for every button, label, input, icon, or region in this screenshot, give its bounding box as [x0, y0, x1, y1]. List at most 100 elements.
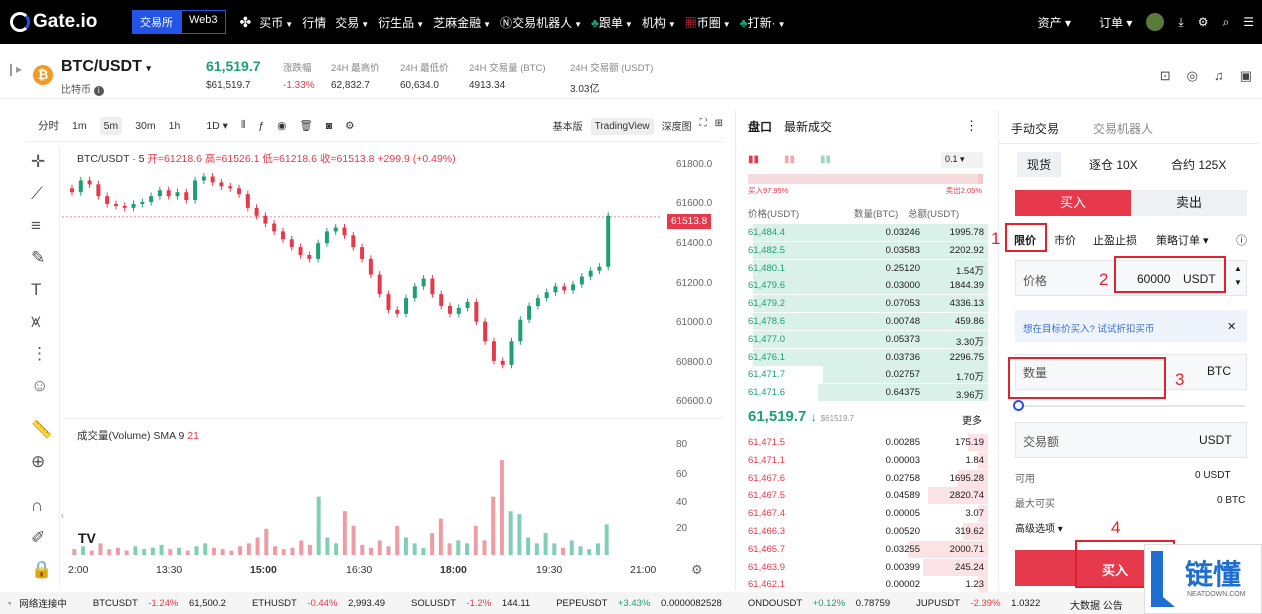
forecast-icon[interactable]: ⋮	[31, 344, 48, 364]
statusbar-right[interactable]: 大数据 公告	[1070, 597, 1123, 612]
close-icon[interactable]: ✕	[1227, 320, 1236, 333]
ticker-item[interactable]: BTCUSDT -1.24% 61,500.2	[85, 598, 226, 609]
nav-trade[interactable]: 交易 ▼	[335, 14, 369, 31]
camera-icon[interactable]: ◙	[326, 120, 332, 132]
bid-row[interactable]: 61,476.1 0.03736 2296.75	[748, 348, 988, 366]
hint-text[interactable]: 想在目标价买入? 试试折扣买币	[1023, 321, 1154, 335]
mode-futures[interactable]: 合约 125X	[1171, 156, 1226, 173]
brush-icon[interactable]: ✎	[31, 248, 45, 268]
window-icon[interactable]: ▣	[1240, 68, 1252, 84]
apps-grid-icon[interactable]: ✤	[240, 14, 252, 31]
menu-icon[interactable]: ☰	[1243, 15, 1254, 29]
nav-circle[interactable]: ▦币圈 ▼	[685, 14, 731, 31]
bell-icon[interactable]: ♫	[1214, 68, 1224, 84]
buy-tab[interactable]: 买入	[1015, 190, 1131, 216]
tab-orderbook[interactable]: 盘口	[748, 120, 772, 134]
gate-logo[interactable]: Gate.io	[10, 11, 120, 33]
nav-institution[interactable]: 机构 ▼	[642, 14, 676, 31]
zoom-icon[interactable]: ⊕	[31, 452, 45, 472]
interval-5m[interactable]: 5m	[99, 116, 123, 135]
nav-buy-crypto[interactable]: 买币 ▼	[259, 14, 293, 31]
sell-tab[interactable]: 卖出	[1131, 190, 1247, 216]
lock-icon[interactable]: 🔒	[31, 560, 52, 580]
search-icon[interactable]: ⌕	[1223, 15, 1230, 30]
trendline-icon[interactable]: ⟋	[31, 184, 43, 204]
view-tradingview[interactable]: TradingView	[590, 118, 654, 135]
price-chart[interactable]	[62, 146, 722, 416]
view-basic[interactable]: 基本版	[553, 118, 583, 135]
bid-row[interactable]: 61,484.4 0.03246 1995.78	[748, 224, 988, 241]
bid-row[interactable]: 61,471.7 0.02757 1.70万	[748, 366, 988, 384]
bid-row[interactable]: 61,480.1 0.25120 1.54万	[748, 259, 988, 277]
toggle-exchange[interactable]: 交易所	[132, 10, 181, 34]
ticker-item[interactable]: ETHUSDT -0.44% 2,993.49	[244, 598, 385, 609]
nav-copytrade[interactable]: ♣跟单 ▼	[591, 14, 633, 31]
book-both-icon[interactable]: ▮▮	[748, 154, 759, 165]
ask-row[interactable]: 61,466.3 0.00520 319.62	[748, 523, 988, 540]
mode-margin[interactable]: 逐仓 10X	[1089, 156, 1138, 173]
ask-row[interactable]: 61,467.4 0.00005 3.07	[748, 505, 988, 523]
interval-1d[interactable]: 1D ▾	[193, 120, 228, 132]
bid-row[interactable]: 61,479.2 0.07053 4336.13	[748, 295, 988, 313]
order-market[interactable]: 市价	[1054, 232, 1076, 248]
emoji-icon[interactable]: ☺	[31, 376, 48, 396]
bid-row[interactable]: 61,471.6 0.64375 3.96万	[748, 384, 988, 402]
nav-launch[interactable]: ♣打新· ▼	[740, 14, 786, 31]
grid-icon[interactable]: ⊞	[715, 118, 723, 135]
download-icon[interactable]: ⤓	[1178, 15, 1183, 30]
target-icon[interactable]: ◉	[277, 120, 286, 132]
interval-1m[interactable]: 1m	[72, 120, 87, 132]
bid-row[interactable]: 61,478.6 0.00748 459.86	[748, 313, 988, 330]
ask-row[interactable]: 61,467.6 0.02758 1695.28	[748, 469, 988, 487]
avatar[interactable]	[1146, 13, 1165, 31]
nav-markets[interactable]: 行情	[302, 14, 326, 31]
gear-icon[interactable]: ⚙	[345, 120, 354, 132]
toggle-web3[interactable]: Web3	[181, 10, 226, 34]
info-icon[interactable]: ⓘ	[1236, 232, 1247, 248]
interval-1h[interactable]: 1h	[169, 120, 181, 132]
magnet-icon[interactable]: ∩	[31, 496, 43, 516]
ticker-item[interactable]: JUPUSDT -2.39% 1.0322	[908, 598, 1040, 609]
ask-row[interactable]: 61,463.9 0.00399 245.24	[748, 558, 988, 576]
collapse-icon[interactable]: ❙▸	[6, 62, 22, 76]
view-depth[interactable]: 深度图	[662, 118, 692, 135]
mode-spot[interactable]: 现货	[1017, 152, 1062, 177]
precision-select[interactable]: 0.1 ▾	[941, 152, 983, 168]
layout-icon[interactable]: ⊡	[1160, 68, 1171, 84]
nav-finance[interactable]: 芝麻金融 ▼	[433, 14, 491, 31]
nav-derivatives[interactable]: 衍生品 ▼	[378, 14, 424, 31]
text-icon[interactable]: T	[31, 280, 41, 300]
pattern-icon[interactable]: ⩙	[31, 312, 41, 332]
tab-trades[interactable]: 最新成交	[784, 120, 832, 134]
indicator-icon[interactable]: ƒ	[258, 120, 264, 132]
ask-row[interactable]: 61,471.5 0.00285 175.19	[748, 434, 988, 451]
crosshair-icon[interactable]: ✛	[31, 152, 45, 172]
qty-slider[interactable]	[1019, 405, 1245, 407]
interval-timeline[interactable]: 分时	[38, 118, 59, 133]
fib-icon[interactable]: ≡	[31, 216, 41, 236]
tab-manual-trade[interactable]: 手动交易	[1011, 120, 1059, 137]
order-tpsl[interactable]: 止盈止损	[1093, 232, 1137, 248]
interval-30m[interactable]: 30m	[135, 120, 155, 132]
advanced-options[interactable]: 高级选项 ▾	[1015, 520, 1063, 535]
ticker-item[interactable]: PEPEUSDT +3.43% 0.0000082528	[548, 598, 722, 609]
pair-selector[interactable]: BTC/USDT ▾	[61, 58, 151, 76]
bid-row[interactable]: 61,477.0 0.05373 3.30万	[748, 330, 988, 348]
bid-row[interactable]: 61,482.5 0.03583 2202.92	[748, 241, 988, 259]
ticker-item[interactable]: ONDOUSDT +0.12% 0.78759	[740, 598, 890, 609]
ticker-item[interactable]: SOLUSDT -1.2% 144.11	[403, 598, 530, 609]
book-asks-icon[interactable]: ▮▮	[784, 154, 795, 165]
nav-orders[interactable]: 订单 ▾	[1085, 14, 1132, 31]
exchange-web3-toggle[interactable]: 交易所 Web3	[132, 10, 226, 34]
delete-icon[interactable]: 🗑	[299, 119, 312, 132]
slider-handle[interactable]	[1013, 400, 1024, 411]
more-icon[interactable]: ⋮	[965, 118, 978, 134]
nav-assets[interactable]: 资产 ▾	[1024, 14, 1071, 31]
bid-row[interactable]: 61,479.6 0.03000 1844.39	[748, 277, 988, 295]
ruler-icon[interactable]: 📏	[31, 420, 52, 440]
tab-trade-bot[interactable]: 交易机器人	[1093, 120, 1153, 137]
candle-type-icon[interactable]: ⫴	[241, 119, 245, 132]
dashboard-icon[interactable]: ◎	[1187, 68, 1198, 84]
settings-icon[interactable]: ⚙	[1198, 15, 1209, 29]
collapse-arrow-icon[interactable]: ‹	[61, 510, 64, 520]
